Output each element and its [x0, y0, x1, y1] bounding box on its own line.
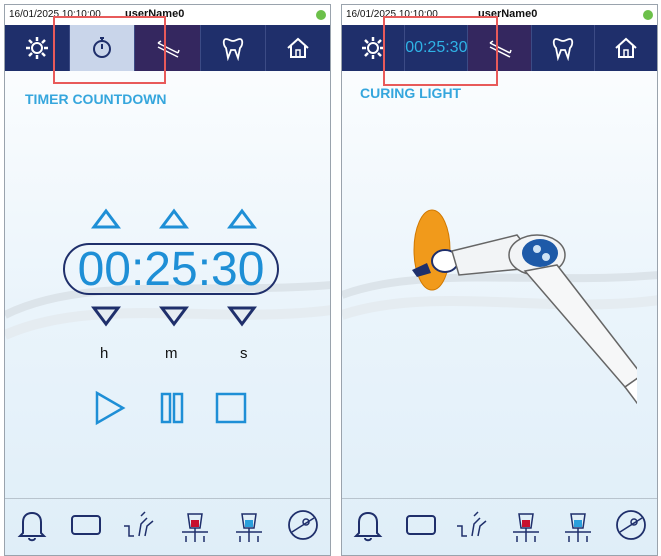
cup-red-icon — [512, 512, 539, 542]
cup-blue-button[interactable] — [559, 506, 597, 549]
stopwatch-icon — [93, 37, 112, 58]
status-indicator — [316, 10, 326, 20]
pause-icon — [160, 392, 184, 424]
cup-red-icon — [181, 512, 208, 542]
status-bar: 16/01/2025 10:10:00 userName0 — [342, 5, 657, 25]
triangle-down-icon — [159, 306, 189, 327]
curing-light-illustration — [412, 209, 637, 404]
minutes-up-button[interactable] — [159, 208, 189, 230]
hours-down-button[interactable] — [91, 305, 121, 327]
gear-icon — [26, 37, 49, 59]
settings-button[interactable] — [5, 25, 71, 71]
curing-light-panel: 16/01/2025 10:10:00 userName0 00:25:30 C… — [341, 4, 658, 556]
cup-blue-button[interactable] — [230, 506, 268, 549]
dental-tools-icon — [157, 40, 180, 58]
stop-icon — [215, 392, 247, 424]
handpiece-button[interactable] — [454, 506, 492, 549]
home-button[interactable] — [266, 25, 330, 71]
triangle-down-icon — [227, 306, 257, 327]
stop-button[interactable] — [214, 390, 248, 426]
cup-blue-icon — [565, 512, 592, 542]
pause-button[interactable] — [155, 390, 189, 426]
countdown-display: 00:25:30 — [63, 243, 279, 296]
light-icon — [615, 509, 646, 540]
handpiece-icon — [124, 510, 154, 537]
minutes-label: m — [165, 345, 178, 362]
minutes-down-button[interactable] — [159, 305, 189, 327]
status-bar: 16/01/2025 10:10:00 userName0 — [5, 5, 330, 25]
status-datetime: 16/01/2025 10:10:00 — [346, 9, 438, 20]
hours-label: h — [100, 345, 109, 362]
dental-tools-icon — [489, 40, 512, 58]
bottom-toolbar — [342, 498, 657, 555]
tools-button[interactable] — [468, 25, 532, 71]
triangle-up-icon — [91, 208, 121, 229]
triangle-up-icon — [159, 208, 189, 229]
cup-blue-icon — [235, 512, 262, 542]
rectangle-button[interactable] — [67, 506, 105, 549]
cup-red-button[interactable] — [176, 506, 214, 549]
play-button[interactable] — [93, 390, 127, 426]
bell-icon — [353, 511, 383, 541]
home-icon — [615, 37, 637, 58]
toolbar — [5, 25, 330, 71]
gear-icon — [362, 37, 385, 59]
bell-button[interactable] — [349, 506, 387, 549]
home-icon — [287, 37, 309, 58]
rectangle-icon — [71, 514, 102, 535]
light-icon — [287, 509, 318, 540]
screen-title: CURING LIGHT — [360, 85, 462, 101]
toolbar: 00:25:30 — [342, 25, 657, 71]
rectangle-button[interactable] — [402, 506, 440, 549]
status-user: userName0 — [478, 8, 538, 20]
rectangle-icon — [405, 514, 436, 535]
triangle-down-icon — [91, 306, 121, 327]
timer-panel: 16/01/2025 10:10:00 userName0 TIMER COUN… — [4, 4, 331, 556]
timer-readout-button[interactable]: 00:25:30 — [405, 25, 469, 71]
tooth-icon — [552, 38, 573, 61]
tooth-button[interactable] — [201, 25, 266, 71]
handpiece-button[interactable] — [121, 506, 159, 549]
seconds-up-button[interactable] — [227, 208, 257, 230]
play-icon — [95, 390, 126, 426]
cup-red-button[interactable] — [507, 506, 545, 549]
handpiece-icon — [457, 510, 487, 537]
seconds-down-button[interactable] — [227, 305, 257, 327]
tooth-button[interactable] — [532, 25, 595, 71]
settings-button[interactable] — [342, 25, 406, 71]
bell-button[interactable] — [13, 506, 51, 549]
status-user: userName0 — [125, 8, 185, 20]
light-button[interactable] — [284, 506, 322, 549]
home-button[interactable] — [595, 25, 657, 71]
status-indicator — [643, 10, 653, 20]
tooth-icon — [222, 38, 243, 61]
seconds-label: s — [240, 345, 248, 362]
bottom-toolbar — [5, 498, 330, 555]
screen-title: TIMER COUNTDOWN — [25, 91, 167, 107]
timer-button[interactable] — [70, 25, 136, 71]
hours-up-button[interactable] — [91, 208, 121, 230]
light-button[interactable] — [612, 506, 650, 549]
triangle-up-icon — [227, 208, 257, 229]
status-datetime: 16/01/2025 10:10:00 — [9, 9, 101, 20]
tools-button[interactable] — [135, 25, 201, 71]
bell-icon — [17, 511, 47, 541]
